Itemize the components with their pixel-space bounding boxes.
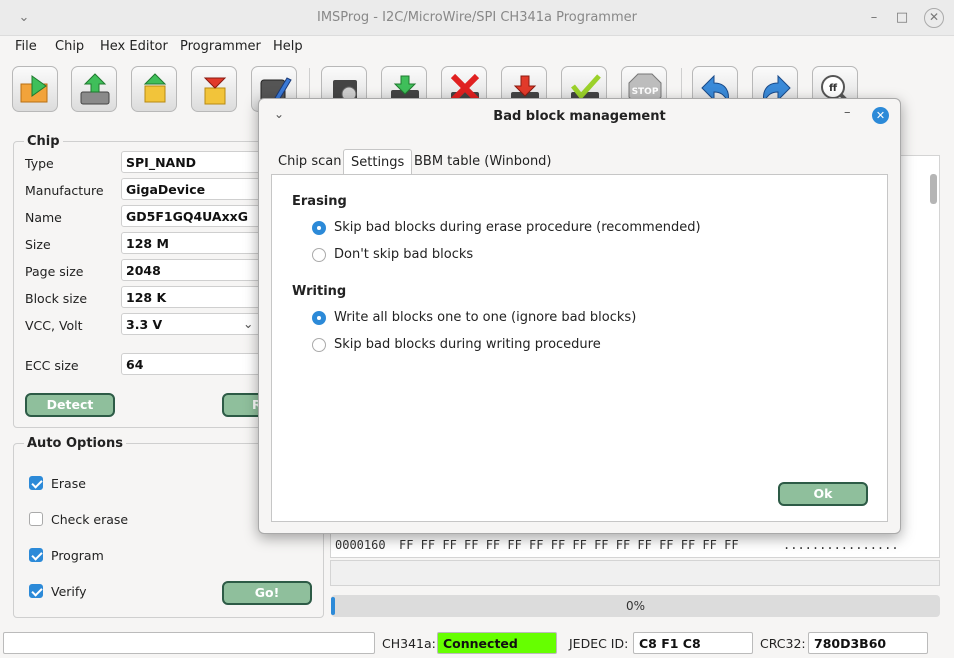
block-size-field[interactable]: 128 K [121, 286, 271, 308]
progress-bar: 0% [331, 595, 940, 617]
read-chip-button[interactable] [71, 66, 117, 112]
write-skip-bad-blocks-radio[interactable] [312, 338, 326, 352]
tab-bbm-table[interactable]: BBM table (Winbond) [407, 149, 559, 174]
erase-skip-bad-blocks-label[interactable]: Skip bad blocks during erase procedure (… [334, 220, 701, 235]
writing-section-title: Writing [292, 284, 347, 299]
hex-row-address: 0000160 [335, 538, 386, 552]
crc32-label: CRC32: [760, 636, 806, 651]
dialog-title: Bad block management [493, 109, 666, 124]
hex-row-ascii[interactable]: ................ [783, 538, 899, 552]
save-part-button[interactable] [191, 66, 237, 112]
block-size-label: Block size [25, 291, 88, 306]
ch341a-status-badge: Connected [437, 632, 557, 654]
jedec-id-value: C8 F1 C8 [633, 632, 753, 654]
check-erase-checkbox[interactable] [29, 512, 43, 526]
main-titlebar: ⌄ IMSProg - I2C/MicroWire/SPI CH341a Pro… [0, 0, 954, 36]
minimize-button[interactable]: – [864, 8, 884, 28]
load-part-button[interactable] [131, 66, 177, 112]
page-size-label: Page size [25, 264, 84, 279]
maximize-button[interactable]: □ [892, 8, 912, 28]
open-file-button[interactable] [12, 66, 58, 112]
ok-button[interactable]: Ok [778, 482, 868, 506]
type-field[interactable]: SPI_NAND [121, 151, 271, 173]
manufacture-field[interactable]: GigaDevice [121, 178, 271, 200]
menu-chip[interactable]: Chip [55, 39, 84, 54]
auto-options-title: Auto Options [24, 436, 126, 451]
ecc-size-label: ECC size [25, 358, 79, 373]
size-label: Size [25, 237, 51, 252]
chip-name-field[interactable]: GD5F1GQ4UAxxG [121, 205, 271, 227]
size-field[interactable]: 128 M [121, 232, 271, 254]
verify-checkbox[interactable] [29, 584, 43, 598]
bad-block-management-dialog: ⌄ Bad block management – ✕ Chip scan Set… [258, 98, 901, 534]
chip-group-title: Chip [24, 134, 63, 149]
save-part-icon [203, 77, 227, 105]
erase-skip-bad-blocks-radio[interactable] [312, 221, 326, 235]
menu-help[interactable]: Help [273, 39, 303, 54]
vcc-select[interactable]: 3.3 V ⌄ [121, 313, 261, 335]
dialog-close-button[interactable]: ✕ [872, 107, 889, 124]
menu-file[interactable]: File [15, 39, 37, 54]
menu-bar: File Chip Hex Editor Programmer Help [0, 36, 954, 58]
jedec-id-label: JEDEC ID: [569, 636, 629, 651]
go-button[interactable]: Go! [222, 581, 312, 605]
vcc-select-value: 3.3 V [126, 317, 163, 332]
load-part-icon [143, 73, 167, 103]
hex-row-bytes[interactable]: FF FF FF FF FF FF FF FF FF FF FF FF FF F… [399, 538, 739, 552]
erase-checkbox[interactable] [29, 476, 43, 490]
stop-label: STOP [632, 87, 659, 97]
dialog-minimize-button[interactable]: – [844, 105, 851, 120]
check-erase-label: Check erase [51, 512, 129, 527]
status-bar: CH341a: Connected JEDEC ID: C8 F1 C8 CRC… [0, 628, 954, 658]
chevron-down-icon: ⌄ [243, 316, 254, 331]
menu-hex-editor[interactable]: Hex Editor [100, 39, 168, 54]
program-checkbox[interactable] [29, 548, 43, 562]
svg-text:ff: ff [829, 83, 838, 94]
ecc-size-field[interactable]: 64 [121, 353, 271, 375]
write-skip-bad-blocks-label[interactable]: Skip bad blocks during writing procedure [334, 337, 601, 352]
write-all-blocks-radio[interactable] [312, 311, 326, 325]
hex-vertical-scrollbar[interactable] [930, 174, 937, 204]
ch341a-label: CH341a: [382, 636, 436, 651]
erase-dont-skip-label[interactable]: Don't skip bad blocks [334, 247, 473, 262]
window-title: IMSProg - I2C/MicroWire/SPI CH341a Progr… [317, 10, 637, 25]
detect-button[interactable]: Detect [25, 393, 115, 417]
vcc-label: VCC, Volt [25, 318, 83, 333]
dialog-titlebar: ⌄ Bad block management – ✕ [259, 99, 900, 133]
page-size-field[interactable]: 2048 [121, 259, 271, 281]
menu-programmer[interactable]: Programmer [180, 39, 261, 54]
verify-label: Verify [51, 584, 87, 599]
write-all-blocks-label[interactable]: Write all blocks one to one (ignore bad … [334, 310, 636, 325]
status-message-box [3, 632, 375, 654]
erasing-section-title: Erasing [292, 194, 347, 209]
hex-horizontal-scrollbar[interactable] [330, 560, 940, 586]
tab-chip-scan[interactable]: Chip scan [271, 149, 348, 174]
read-chip-icon [80, 73, 110, 105]
crc32-value: 780D3B60 [808, 632, 928, 654]
erase-dont-skip-radio[interactable] [312, 248, 326, 262]
name-label: Name [25, 210, 62, 225]
open-folder-icon [20, 75, 48, 103]
manufacture-label: Manufacture [25, 183, 104, 198]
tab-settings[interactable]: Settings [343, 149, 413, 174]
settings-tab-pane: Erasing Skip bad blocks during erase pro… [271, 174, 888, 522]
type-label: Type [25, 156, 54, 171]
progress-label: 0% [625, 599, 646, 613]
program-label: Program [51, 548, 104, 563]
erase-label: Erase [51, 476, 86, 491]
close-button[interactable]: ✕ [924, 8, 944, 28]
